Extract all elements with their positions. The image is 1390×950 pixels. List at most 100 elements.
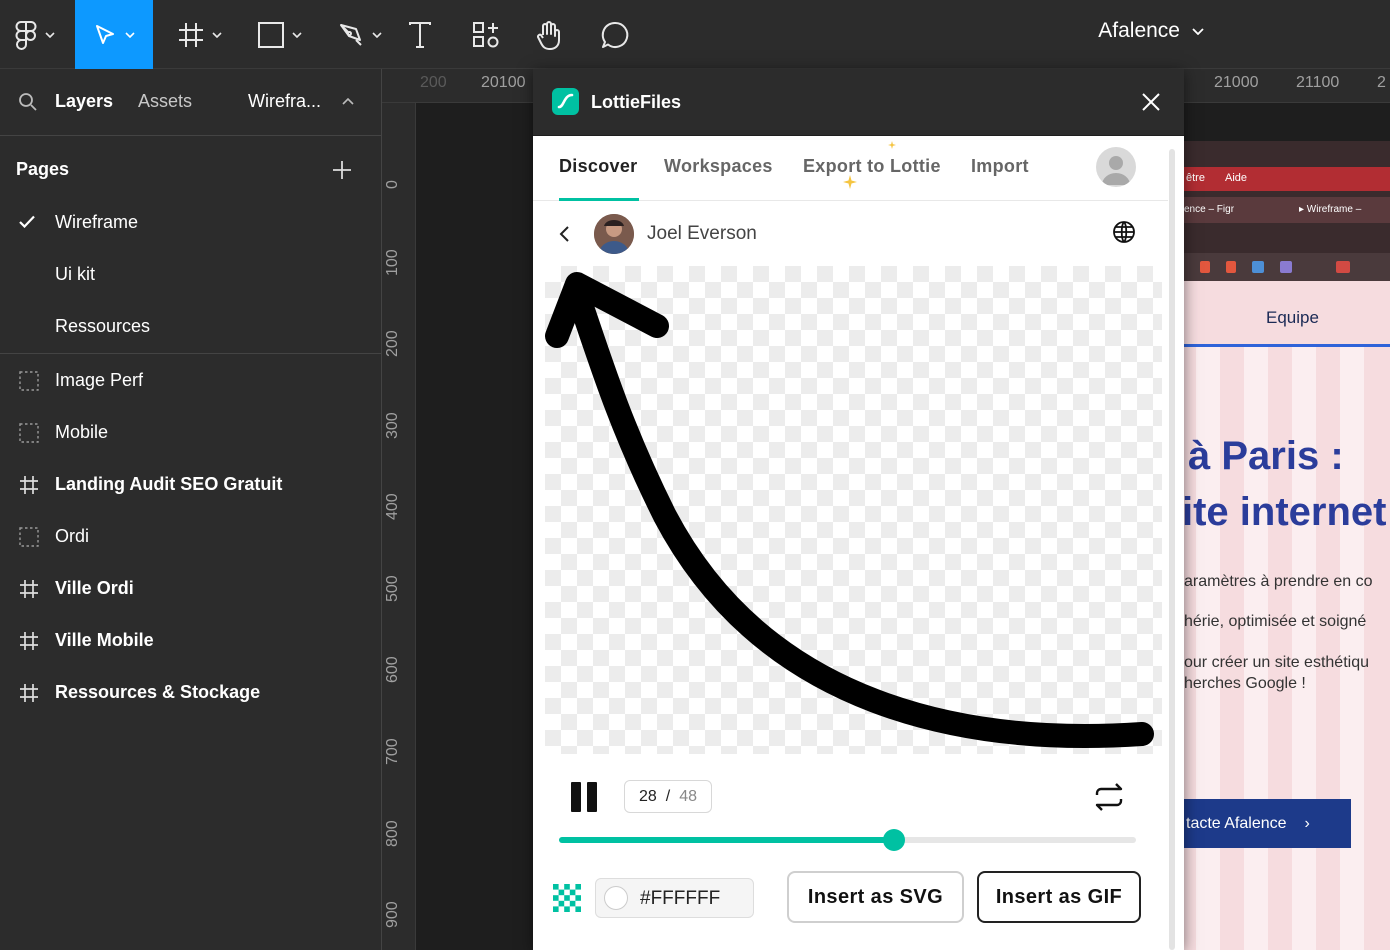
check-icon: [19, 215, 35, 228]
insert-as-gif-button[interactable]: Insert as GIF: [977, 871, 1141, 923]
extension-icon: [1336, 261, 1350, 273]
frame-counter[interactable]: 28 / 48: [624, 780, 712, 813]
playback-progress: [559, 837, 894, 843]
toolbar: Afalence: [0, 0, 1390, 69]
layer-label: Ordi: [55, 526, 90, 546]
ruler-label: 20100: [481, 74, 526, 91]
tab-layers[interactable]: Layers: [55, 91, 113, 112]
search-icon[interactable]: [18, 92, 38, 112]
page-item-ressources[interactable]: Ressources: [55, 316, 150, 337]
total-frames: 48: [679, 787, 698, 805]
tab-export-to-lottie[interactable]: Export to Lottie: [803, 156, 941, 177]
layer-item[interactable]: Ville Ordi: [0, 569, 381, 609]
menu-item: être: [1186, 172, 1205, 184]
team-name: Afalence: [1098, 19, 1180, 42]
pen-tool-button[interactable]: [325, 0, 395, 69]
frame-icon: [20, 476, 38, 494]
site-cta-button[interactable]: tacte Afalence ›: [1184, 799, 1351, 848]
tab-discover[interactable]: Discover: [559, 156, 637, 177]
chevron-down-icon: [212, 31, 222, 38]
site-paragraph: aramètres à prendre en co: [1184, 573, 1373, 590]
vertical-ruler: 0 100 200 300 400 500 600 700 800 900: [382, 103, 416, 950]
tab-workspaces[interactable]: Workspaces: [664, 156, 773, 177]
current-frame: 28: [638, 787, 657, 805]
layer-item[interactable]: Image Perf: [0, 361, 381, 401]
close-icon[interactable]: [1140, 91, 1162, 113]
text-icon: [409, 21, 431, 48]
tab-assets[interactable]: Assets: [138, 91, 192, 112]
loop-icon[interactable]: [1093, 781, 1125, 813]
extension-icon: [1280, 261, 1292, 273]
ruler-label: 300: [384, 412, 401, 439]
ruler-label: 900: [384, 901, 401, 928]
extension-icon: [1200, 261, 1210, 273]
cta-label: tacte Afalence: [1186, 814, 1287, 832]
tab-import[interactable]: Import: [971, 156, 1029, 177]
browser-menu-bar: être Aide: [1184, 167, 1390, 191]
color-swatch[interactable]: [604, 886, 628, 910]
globe-icon[interactable]: [1112, 220, 1136, 244]
site-nav-item[interactable]: Equipe: [1266, 308, 1319, 328]
playback-handle[interactable]: [882, 829, 905, 851]
extension-icon: [1226, 261, 1236, 273]
current-page-selector[interactable]: Wirefra...: [248, 91, 321, 112]
layer-item[interactable]: Ordi: [0, 517, 381, 557]
site-paragraph: herches Google !: [1184, 675, 1306, 692]
chevron-right-icon: ›: [1304, 814, 1310, 832]
chevron-down-icon: [372, 31, 382, 38]
back-arrow-icon[interactable]: [555, 222, 575, 246]
resources-tool-button[interactable]: [465, 0, 507, 69]
page-item-ui-kit[interactable]: Ui kit: [55, 264, 95, 285]
hand-tool-button[interactable]: [528, 0, 570, 69]
page-item-wireframe[interactable]: Wireframe: [55, 212, 138, 233]
section-icon: [19, 371, 39, 391]
ruler-label: 21000: [1214, 74, 1259, 91]
author-avatar: [594, 214, 634, 254]
lottiefiles-plugin-window: LottieFiles Discover Workspaces Export t…: [533, 69, 1184, 950]
comment-tool-button[interactable]: [594, 0, 636, 69]
hand-icon: [537, 20, 560, 50]
comment-icon: [601, 21, 629, 48]
shape-tool-button[interactable]: [245, 0, 315, 69]
playback-slider[interactable]: [559, 829, 1136, 851]
site-heading: à Paris :: [1188, 434, 1344, 478]
figma-window: Afalence Layers Assets Wirefra... Pages …: [0, 0, 1390, 950]
user-avatar[interactable]: [1096, 147, 1136, 187]
panel-tabs: Layers Assets Wirefra...: [0, 69, 381, 136]
section-icon: [19, 527, 39, 547]
rectangle-icon: [258, 21, 284, 48]
author-name[interactable]: Joel Everson: [647, 223, 757, 245]
plugin-header: LottieFiles: [533, 69, 1184, 136]
ruler-label: 200: [384, 330, 401, 357]
layer-item[interactable]: Landing Audit SEO Gratuit: [0, 465, 381, 505]
chevron-up-icon[interactable]: [342, 98, 354, 105]
add-page-icon[interactable]: [330, 158, 354, 182]
layer-item[interactable]: Ville Mobile: [0, 621, 381, 661]
browser-tab: ▸ Wireframe –: [1299, 204, 1362, 215]
website-frame-preview[interactable]: être Aide ence – Figr ▸ Wireframe – Equi…: [1184, 141, 1390, 950]
layer-item[interactable]: Mobile: [0, 413, 381, 453]
insert-as-svg-button[interactable]: Insert as SVG: [787, 871, 964, 923]
ruler-label: 100: [384, 249, 401, 276]
transparent-background-icon[interactable]: [553, 884, 581, 912]
plugin-title: LottieFiles: [591, 92, 682, 112]
text-tool-button[interactable]: [400, 0, 440, 69]
main-menu-button[interactable]: [0, 0, 70, 69]
section-icon: [19, 423, 39, 443]
active-tab-indicator: [559, 198, 639, 201]
move-tool-button[interactable]: [75, 0, 153, 69]
plugin-scrollbar[interactable]: [1169, 149, 1175, 950]
layer-item[interactable]: Ressources & Stockage: [0, 673, 381, 713]
ruler-label: 200: [420, 74, 447, 91]
pause-icon: [587, 782, 597, 812]
ruler-label: 700: [384, 738, 401, 765]
frame-separator: /: [665, 787, 671, 805]
pause-button[interactable]: [571, 782, 599, 812]
site-heading: ite internet: [1184, 490, 1387, 534]
background-color-field[interactable]: #FFFFFF: [595, 878, 754, 918]
team-switcher[interactable]: Afalence: [1098, 0, 1204, 62]
chevron-down-icon: [45, 31, 55, 38]
animation-preview[interactable]: [545, 266, 1162, 754]
frame-tool-button[interactable]: [165, 0, 235, 69]
frame-icon: [20, 580, 38, 598]
